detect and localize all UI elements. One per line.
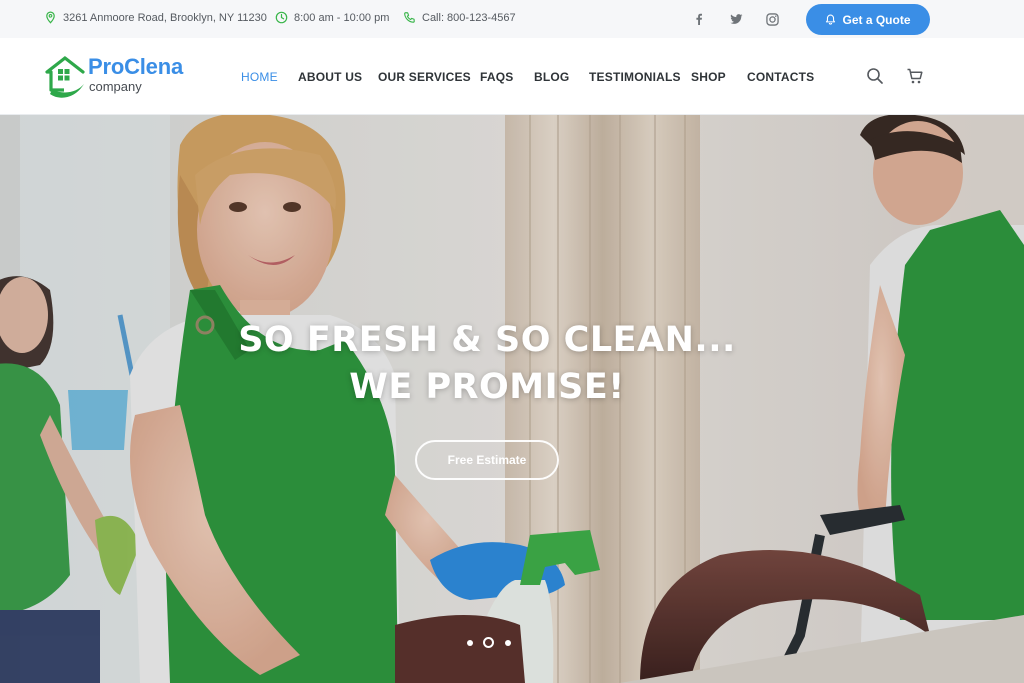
twitter-icon[interactable] [728, 11, 744, 27]
logo-name: ProClena [88, 54, 183, 79]
free-estimate-label: Free Estimate [447, 453, 527, 467]
hero-title-line2: WE PROMISE! [349, 367, 625, 407]
slider-dot-1[interactable] [467, 640, 473, 646]
slider-dot-3[interactable] [505, 640, 511, 646]
hours-info: 8:00 am - 10:00 pm [275, 11, 389, 24]
hero-slider: SO FRESH & SO CLEAN... WE PROMISE! Free … [0, 115, 1024, 683]
nav-home[interactable]: HOME [241, 70, 278, 84]
location-pin-icon [46, 11, 55, 24]
cart-icon[interactable] [906, 67, 924, 85]
nav-about-us[interactable]: ABOUT US [298, 70, 362, 84]
address-info: 3261 Anmoore Road, Brooklyn, NY 11230 [44, 11, 267, 24]
instagram-icon[interactable] [764, 11, 780, 27]
phone-icon [404, 12, 415, 23]
phone-info[interactable]: Call: 800-123-4567 [403, 11, 516, 24]
house-logo-icon [45, 56, 85, 98]
logo-subtitle: company [89, 79, 142, 94]
clock-icon [275, 11, 288, 24]
search-icon[interactable] [866, 67, 884, 85]
facebook-icon[interactable] [691, 11, 707, 27]
site-logo[interactable]: ProClena company [44, 54, 209, 102]
slider-dot-2[interactable] [483, 637, 494, 648]
nav-faqs[interactable]: FAQS [480, 70, 513, 84]
bell-icon [826, 14, 836, 25]
nav-shop[interactable]: SHOP [691, 70, 726, 84]
free-estimate-button[interactable]: Free Estimate [415, 440, 559, 480]
get-a-quote-button[interactable]: Get a Quote [806, 4, 930, 35]
nav-our-services[interactable]: OUR SERVICES [378, 70, 471, 84]
top-info-bar: 3261 Anmoore Road, Brooklyn, NY 11230 8:… [0, 0, 1024, 38]
address-text: 3261 Anmoore Road, Brooklyn, NY 11230 [63, 11, 267, 24]
phone-text: Call: 800-123-4567 [422, 11, 516, 24]
nav-testimonials[interactable]: TESTIMONIALS [589, 70, 681, 84]
nav-contacts[interactable]: CONTACTS [747, 70, 814, 84]
hours-text: 8:00 am - 10:00 pm [294, 11, 390, 24]
nav-blog[interactable]: BLOG [534, 70, 569, 84]
get-a-quote-label: Get a Quote [842, 12, 911, 27]
hero-title-line1: SO FRESH & SO CLEAN... [238, 320, 736, 360]
